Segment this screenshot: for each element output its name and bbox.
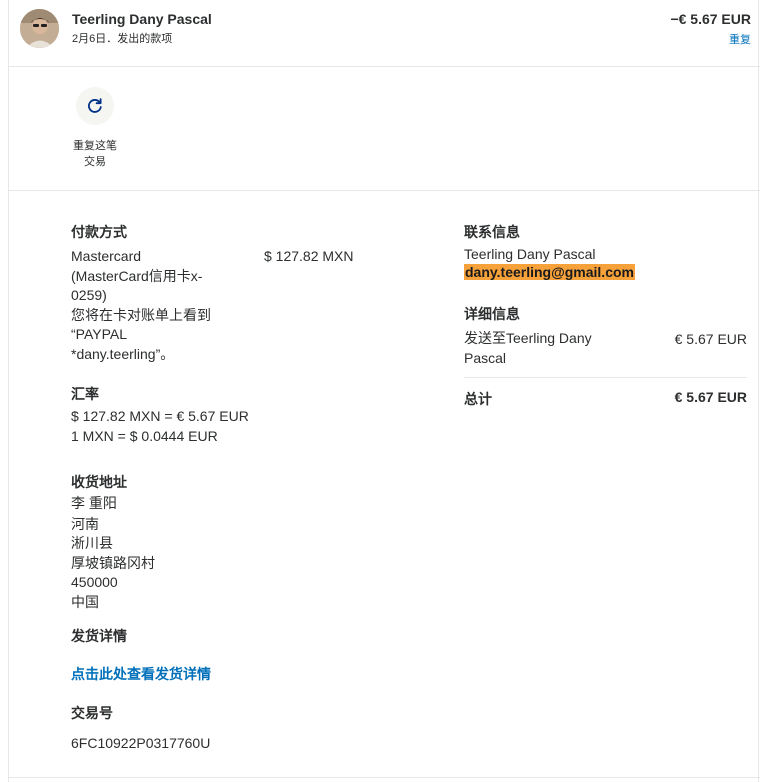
address-line: 厚坡镇路冈村 [71,554,155,571]
repeat-transaction-button[interactable]: 重复这笔 交易 [67,87,123,170]
exchange-rate-line: $ 127.82 MXN = € 5.67 EUR [71,408,249,424]
contact-email[interactable]: dany.teerling@gmail.com [464,264,635,280]
sent-to-line: Pascal [464,349,507,366]
shipping-address: 李 重阳 河南 淅川县 厚坡镇路冈村 450000 中国 [71,494,155,612]
counterparty-name: Teerling Dany Pascal [72,11,212,27]
sent-to-description: 发送至Teerling Dany Pascal [464,329,592,368]
exchange-rate-heading: 汇率 [71,386,99,402]
payment-amount: $ 127.82 MXN [264,248,354,264]
address-line: 河南 [71,515,99,532]
details-section: 付款方式 Mastercard (MasterCard信用卡x- 0259) 您… [9,191,760,782]
details-heading: 详细信息 [464,306,520,322]
shipping-address-heading: 收货地址 [71,474,127,490]
sent-to-line: 发送至Teerling Dany [464,330,592,346]
transaction-id-heading: 交易号 [71,705,113,721]
payment-line: 您将在卡对账单上看到 [71,306,211,323]
section-bottom-border [9,777,760,778]
contact-name: Teerling Dany Pascal [464,246,596,262]
transaction-detail-panel: Teerling Dany Pascal 2月6日．发出的款项 −€ 5.67 … [8,0,760,782]
repeat-transaction-label: 重复这笔 交易 [67,138,123,170]
payment-line: 0259) [71,287,107,303]
contact-email-wrapper: dany.teerling@gmail.com [464,263,635,283]
exchange-rate-values: $ 127.82 MXN = € 5.67 EUR 1 MXN = $ 0.04… [71,407,249,446]
payment-line: (MasterCard信用卡x- [71,267,203,284]
avatar [20,9,59,48]
transaction-date-type: 2月6日．发出的款项 [72,33,173,45]
address-line: 450000 [71,574,118,590]
view-shipping-details-link[interactable]: 点击此处查看发货详情 [71,664,211,684]
refresh-icon [88,98,102,113]
transaction-id: 6FC10922P0317760U [71,735,211,751]
repeat-label-line1: 重复这笔 [73,140,117,152]
contact-info-heading: 联系信息 [464,224,520,240]
exchange-rate-line: 1 MXN = $ 0.0444 EUR [71,427,218,444]
shipping-details-heading: 发货详情 [71,628,127,644]
repeat-circle[interactable] [76,87,114,125]
transaction-amount: −€ 5.67 EUR [670,11,751,27]
sent-amount: € 5.67 EUR [674,331,747,347]
address-line: 淅川县 [71,535,113,551]
divider [464,377,747,378]
payment-line: *dany.teerling”。 [71,345,175,362]
payment-method-description: Mastercard (MasterCard信用卡x- 0259) 您将在卡对账… [71,247,211,364]
payment-method-heading: 付款方式 [71,224,127,240]
address-line: 中国 [71,593,99,610]
total-label: 总计 [464,391,492,407]
repeat-link[interactable]: 重复 [729,31,751,47]
repeat-label-line2: 交易 [84,156,106,168]
actions-section: 重复这笔 交易 [9,67,760,191]
payment-line: Mastercard [71,248,142,264]
transaction-header: Teerling Dany Pascal 2月6日．发出的款项 −€ 5.67 … [9,0,760,67]
total-amount: € 5.67 EUR [674,389,747,405]
payment-line: “PAYPAL [71,326,128,342]
address-line: 李 重阳 [71,495,117,511]
